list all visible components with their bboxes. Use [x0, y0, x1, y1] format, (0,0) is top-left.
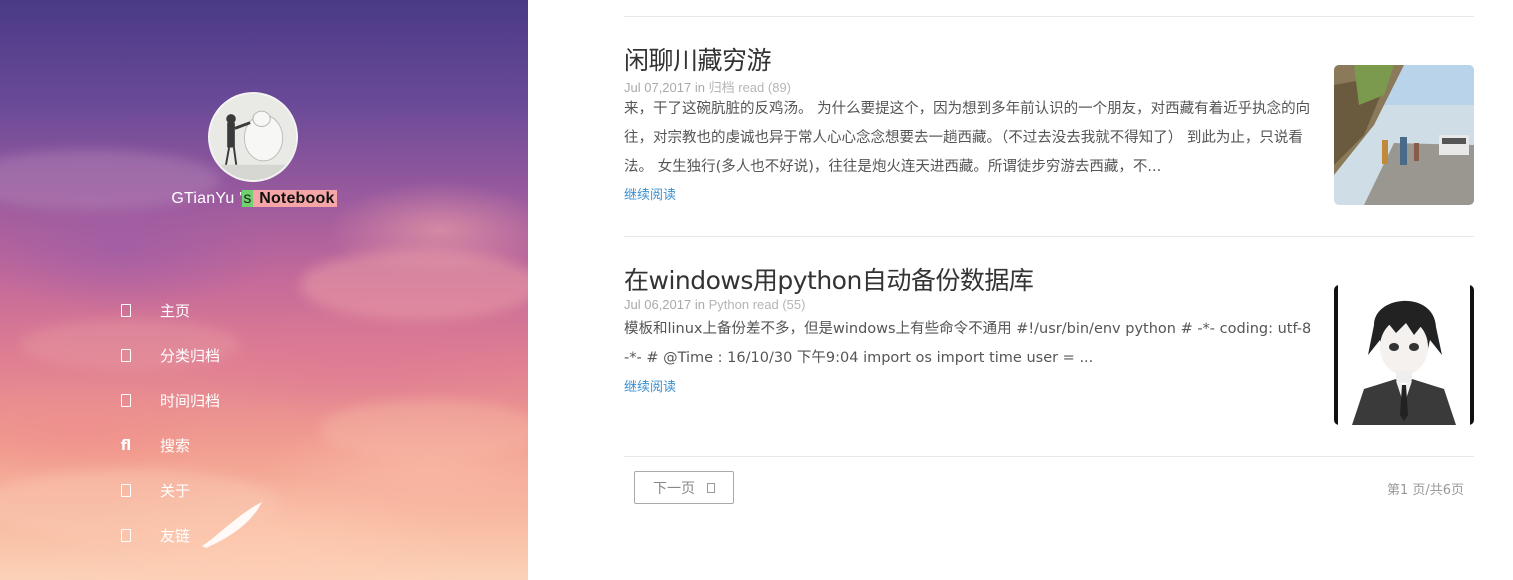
nav-item-categories[interactable]: 分类归档: [118, 333, 220, 378]
archive-icon: [118, 393, 134, 409]
roadside-travel-image: [1334, 65, 1474, 205]
post-date: Jul 06,2017: [624, 297, 692, 312]
next-page-button[interactable]: 下一页: [634, 471, 734, 504]
sidebar: GTianYu 's Notebook 主页 分类归档 时间归档 fl 搜索 关…: [0, 0, 528, 580]
post-thumbnail[interactable]: [1334, 65, 1474, 205]
post-date: Jul 07,2017: [624, 80, 692, 95]
read-more-link[interactable]: 继续阅读: [624, 376, 676, 395]
post-item: 在windows用python自动备份数据库 Jul 06,2017 in Py…: [624, 237, 1474, 456]
nav-item-archive[interactable]: 时间归档: [118, 378, 220, 423]
nav-label: 主页: [160, 302, 191, 320]
search-icon: fl: [120, 437, 132, 454]
post-list: 闲聊川藏穷游 Jul 07,2017 in 归档 read (89) 来，干了这…: [624, 0, 1474, 517]
link-icon: [118, 528, 134, 544]
pagination: 下一页 第1 页/共6页: [624, 457, 1474, 517]
feather-decoration: [202, 502, 262, 548]
home-icon: [118, 303, 134, 319]
category-icon: [118, 348, 134, 364]
post-meta: Jul 07,2017 in 归档 read (89): [624, 77, 791, 96]
read-more-link[interactable]: 继续阅读: [624, 184, 676, 203]
post-excerpt: 来，干了这碗肮脏的反鸡汤。 为什么要提这个，因为想到多年前认识的一个朋友，对西藏…: [624, 101, 1311, 175]
post-item: 闲聊川藏穷游 Jul 07,2017 in 归档 read (89) 来，干了这…: [624, 17, 1474, 236]
site-title[interactable]: GTianYu 's Notebook: [0, 190, 508, 208]
nav-item-search[interactable]: fl 搜索: [118, 423, 220, 468]
nav-label: 友链: [160, 527, 191, 545]
site-title-prefix: GTianYu ': [171, 190, 243, 207]
arrow-right-icon: [707, 482, 715, 493]
post-title[interactable]: 闲聊川藏穷游: [624, 41, 772, 77]
nav-label: 搜索: [160, 437, 191, 455]
post-excerpt: 模板和linux上备份差不多，但是windows上有些命令不通用 #!/usr/…: [624, 321, 1312, 366]
post-meta: Jul 06,2017 in Python read (55): [624, 297, 805, 312]
nav-label: 关于: [160, 482, 191, 500]
post-reads: read (89): [738, 80, 791, 95]
post-category[interactable]: 归档: [709, 80, 735, 95]
nav-label: 时间归档: [160, 392, 221, 410]
page-info: 第1 页/共6页: [1386, 483, 1464, 498]
post-in: in: [694, 297, 705, 312]
avatar[interactable]: [208, 92, 298, 182]
anime-character-image: [1334, 285, 1474, 425]
nav-label: 分类归档: [160, 347, 221, 365]
post-in: in: [694, 80, 705, 95]
post-title[interactable]: 在windows用python自动备份数据库: [624, 261, 1034, 297]
post-category[interactable]: Python: [709, 297, 749, 312]
nav-item-home[interactable]: 主页: [118, 288, 220, 333]
user-icon: [118, 483, 134, 499]
next-page-label: 下一页: [653, 480, 695, 497]
polar-bear-image: [210, 94, 296, 180]
site-title-s: s: [242, 190, 253, 207]
post-reads: read (55): [752, 297, 806, 312]
site-title-notebook: Notebook: [252, 190, 337, 207]
post-thumbnail[interactable]: [1334, 285, 1474, 425]
